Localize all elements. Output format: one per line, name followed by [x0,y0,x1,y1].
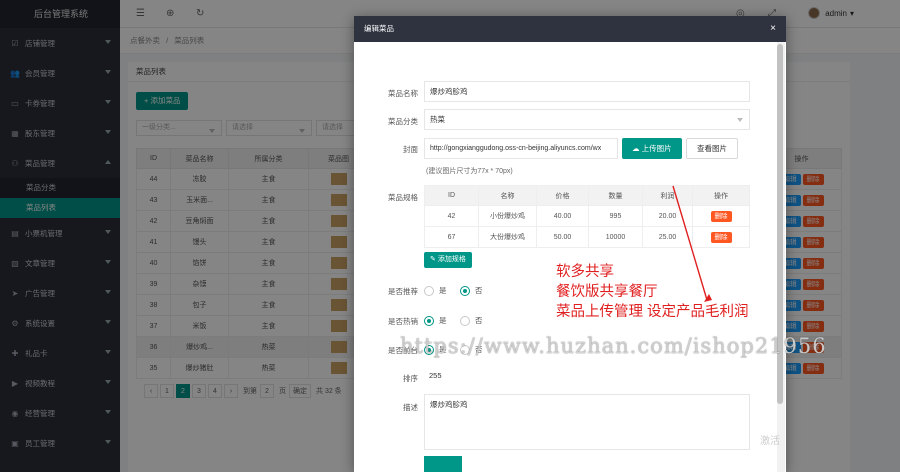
view-image-button[interactable]: 查看图片 [686,138,738,159]
spec-cell-action: 删除 [692,205,750,227]
spec-row: 42 小份爆炒鸡 40.00 995 20.00 删除 [424,205,750,227]
spec-col-name: 名称 [478,185,537,206]
category-label: 菜品分类 [388,117,418,126]
desc-label: 描述 [403,403,418,412]
radio-circle [460,315,470,326]
edit-dish-modal: 编辑菜品 × 菜品名称 爆炒鸡胗鸡 菜品分类 热菜 封面 http://gong… [354,16,786,472]
upload-image-button[interactable]: ☁ 上传图片 [622,138,682,159]
radio-yes-text: 是 [439,286,447,295]
spec-cell: 40.00 [536,205,589,227]
spec-cell: 10000 [588,226,643,248]
recommend-yes-radio[interactable]: 是 [424,285,447,296]
image-size-hint: (建议图片尺寸为77x * 70px) [426,168,513,175]
spec-cell: 42 [424,205,479,227]
promo-annotation: 软多共享 餐饮版共享餐厅 菜品上传管理 设定产品毛利润 [556,262,749,322]
modal-body: 菜品名称 爆炒鸡胗鸡 菜品分类 热菜 封面 http://gongxianggu… [354,42,786,472]
radio-circle-selected [460,285,470,296]
category-value: 热菜 [430,115,445,124]
chevron-down-icon [737,118,743,122]
pencil-icon: ✎ [430,256,436,263]
annotation-line-2: 餐饮版共享餐厅 [556,284,658,300]
scrollbar-track[interactable] [777,42,785,472]
spec-cell: 大份爆炒鸡 [478,226,537,248]
spec-label: 菜品规格 [388,193,418,202]
close-icon[interactable]: × [770,16,776,42]
hot-yes-radio[interactable]: 是 [424,315,447,326]
spec-cell-action: 删除 [692,226,750,248]
radio-no-text: 否 [475,316,483,325]
spec-cell: 25.00 [642,226,693,248]
spec-cell: 67 [424,226,479,248]
cloud-upload-icon: ☁ [632,144,640,153]
spec-col-action: 操作 [692,185,750,206]
spec-cell: 小份爆炒鸡 [478,205,537,227]
radio-circle [424,285,434,296]
spec-cell: 20.00 [642,205,693,227]
spec-cell: 50.00 [536,226,589,248]
radio-yes-text: 是 [439,316,447,325]
watermark: https://www.huzhan.com/ishop21956 [400,334,827,358]
modal-header: 编辑菜品 × [354,16,786,42]
sort-input[interactable]: 255 [424,368,750,386]
annotation-line-3: 菜品上传管理 设定产品毛利润 [556,304,749,320]
sort-label: 排序 [403,374,418,383]
spec-col-price: 价格 [536,185,589,206]
spec-table: ID 名称 价格 数量 利润 操作 42 小份爆炒鸡 40.00 995 20.00 删除… [424,185,750,248]
spec-cell: 995 [588,205,643,227]
upload-label: 上传图片 [641,144,672,153]
recommend-label: 是否推荐 [388,287,418,296]
modal-title: 编辑菜品 [364,24,394,33]
cover-label: 封面 [403,145,418,154]
name-input[interactable]: 爆炒鸡胗鸡 [424,81,750,102]
category-select[interactable]: 热菜 [424,109,750,130]
cover-url-input[interactable]: http://gongxianggudong.oss-cn-beijing.al… [424,138,618,159]
add-spec-button[interactable]: ✎ 添加规格 [424,252,472,268]
description-textarea[interactable]: 爆炒鸡胗鸡 [424,394,750,450]
corner-watermark: 激活 [760,436,780,447]
spec-col-id: ID [424,185,479,206]
spec-delete-button[interactable]: 删除 [710,231,732,243]
spec-col-qty: 数量 [588,185,643,206]
spec-col-profit: 利润 [642,185,693,206]
radio-circle-selected [424,315,434,326]
spec-row: 67 大份爆炒鸡 50.00 10000 25.00 删除 [424,226,750,248]
add-spec-label: 添加规格 [437,256,466,263]
recommend-no-radio[interactable]: 否 [460,285,483,296]
radio-no-text: 否 [475,286,483,295]
save-button[interactable] [424,456,462,472]
name-label: 菜品名称 [388,89,418,98]
hot-no-radio[interactable]: 否 [460,315,483,326]
spec-header: ID 名称 价格 数量 利润 操作 [424,185,750,206]
hot-label: 是否热销 [388,317,418,326]
spec-delete-button[interactable]: 删除 [710,210,732,222]
annotation-line-1: 软多共享 [556,264,614,280]
